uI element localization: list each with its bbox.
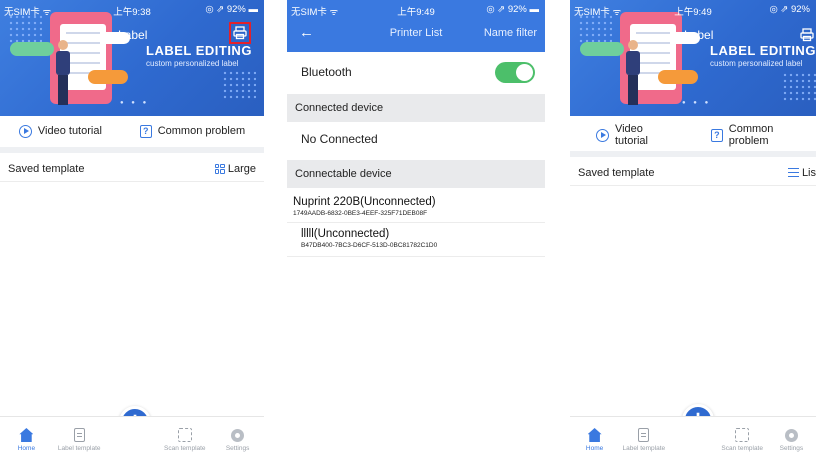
tab-settings[interactable]: Settings [767, 417, 816, 456]
view-toggle-label: Lis [801, 166, 816, 179]
tab-home[interactable]: Home [570, 417, 619, 456]
status-bar: 无SIM卡 ᯤ 上午9:49 ◎ ⇗ 92% [570, 0, 816, 20]
view-toggle-button[interactable]: Large [214, 162, 256, 175]
tab-home-label: Home [585, 445, 604, 452]
video-tutorial-link[interactable]: Video tutorial [18, 124, 102, 138]
question-icon: ? [710, 128, 723, 142]
home-icon [19, 428, 34, 442]
divider [287, 222, 545, 223]
home-screen: Label LABEL EDITING custom personalized … [0, 0, 264, 456]
view-toggle-button[interactable]: Lis [787, 166, 816, 179]
name-filter-button[interactable]: Name filter [484, 27, 537, 39]
banner-logo-text: Label [118, 28, 148, 42]
scan-icon [177, 428, 192, 442]
banner-logo-text: Label [684, 28, 714, 42]
status-bar: 无SIM卡 ᯤ 上午9:38 ◎ ⇗ 92% ▬ [0, 0, 264, 20]
device-name: Nuprint 220B(Unconnected) [293, 196, 436, 208]
bluetooth-label: Bluetooth [301, 65, 352, 79]
no-connected-text: No Connected [301, 132, 378, 146]
tab-home[interactable]: Home [0, 417, 53, 456]
quick-links: Video tutorial ? Common problem [570, 123, 816, 147]
common-problem-link[interactable]: ? Common problem [710, 123, 816, 147]
printer-button[interactable] [796, 24, 816, 46]
divider [287, 256, 545, 257]
home-screen-list-view: Label LABEL EDITING custom personalized … [570, 0, 816, 456]
play-icon [596, 128, 609, 142]
saved-template-label: Saved template [8, 162, 85, 175]
connected-device-header: Connected device [287, 94, 545, 122]
banner-tag [580, 42, 624, 56]
banner-tag [658, 70, 698, 84]
common-problem-label: Common problem [728, 123, 774, 147]
tab-settings[interactable]: Settings [211, 417, 264, 456]
tab-spacer [106, 417, 159, 456]
device-item[interactable]: Nuprint 220B(Unconnected) 1749AADB-6832-… [287, 196, 545, 217]
connectable-device-header: Connectable device [287, 160, 545, 188]
tab-scan-template-label: Scan template [164, 445, 206, 452]
grid-icon [214, 163, 225, 174]
printer-list-screen: ← Printer List Name filter 无SIM卡 ᯤ 上午9:4… [287, 0, 545, 456]
bluetooth-row: Bluetooth [287, 56, 545, 88]
banner-tag [10, 42, 54, 56]
tab-scan-template-label: Scan template [721, 445, 763, 452]
tab-settings-label: Settings [779, 445, 804, 452]
gear-icon [784, 429, 798, 442]
printer-icon [233, 26, 247, 40]
gear-icon [231, 429, 245, 442]
tab-label-template-label: Label template [622, 445, 666, 452]
video-tutorial-link[interactable]: Video tutorial [596, 123, 679, 147]
tab-spacer [668, 417, 717, 456]
banner-person [56, 40, 70, 110]
scan-icon [735, 428, 750, 442]
device-item[interactable]: lllll(Unconnected) B47DB400-7BC3-D6CF-51… [287, 228, 545, 249]
list-icon [787, 168, 799, 177]
device-id: B47DB400-7BC3-D6CF-513D-0BC81782C1D0 [301, 242, 438, 249]
banner-title: LABEL EDITING [146, 43, 252, 58]
tab-label-template[interactable]: Label template [619, 417, 668, 456]
question-icon: ? [139, 124, 152, 138]
banner-tag [88, 70, 128, 84]
tab-bar: Home Label template Scan template Settin… [0, 416, 264, 456]
banner-subtitle: custom personalized label [146, 59, 239, 68]
decor-dots [782, 72, 816, 102]
device-id: 1749AADB-6832-0BE3-4EEF-325F71DEB08F [293, 210, 428, 217]
battery-indicator: ◎ ⇗ 92% ▬ [205, 4, 258, 15]
divider [570, 151, 816, 157]
banner-subtitle: custom personalized label [710, 59, 803, 68]
saved-template-header: Saved template Lis [570, 160, 816, 186]
tab-scan-template[interactable]: Scan template [718, 417, 767, 456]
common-problem-link[interactable]: ? Common problem [139, 124, 246, 138]
view-toggle-label: Large [227, 162, 256, 175]
document-icon [638, 428, 650, 442]
saved-template-label: Saved template [578, 166, 655, 179]
video-tutorial-label: Video tutorial [614, 123, 648, 147]
saved-template-header: Saved template Large [0, 156, 264, 182]
printer-icon [800, 28, 814, 42]
printer-button[interactable] [229, 22, 251, 44]
decor-dots [222, 70, 256, 100]
quick-links: Video tutorial ? Common problem [0, 120, 264, 142]
divider [0, 147, 264, 153]
bluetooth-toggle[interactable] [495, 61, 535, 83]
play-icon [18, 124, 32, 138]
tab-settings-label: Settings [225, 445, 250, 452]
tab-home-label: Home [17, 445, 36, 452]
banner-person [626, 40, 640, 110]
tab-label-template[interactable]: Label template [53, 417, 106, 456]
status-bar: 无SIM卡 ᯤ 上午9:49 ◎ ⇗ 92% ▬ [287, 0, 545, 20]
device-name: lllll(Unconnected) [301, 228, 390, 240]
home-icon [587, 428, 602, 442]
banner-pager: ● ● ● [682, 100, 712, 106]
battery-indicator: ◎ ⇗ 92% [769, 4, 810, 15]
tab-label-template-label: Label template [57, 445, 101, 452]
banner-pager: ● ● ● [120, 100, 150, 106]
tab-bar: Home Label template Scan template Settin… [570, 416, 816, 456]
document-icon [73, 428, 85, 442]
tab-scan-template[interactable]: Scan template [158, 417, 211, 456]
video-tutorial-label: Video tutorial [37, 125, 102, 137]
common-problem-label: Common problem [157, 125, 246, 137]
battery-indicator: ◎ ⇗ 92% ▬ [486, 4, 539, 15]
